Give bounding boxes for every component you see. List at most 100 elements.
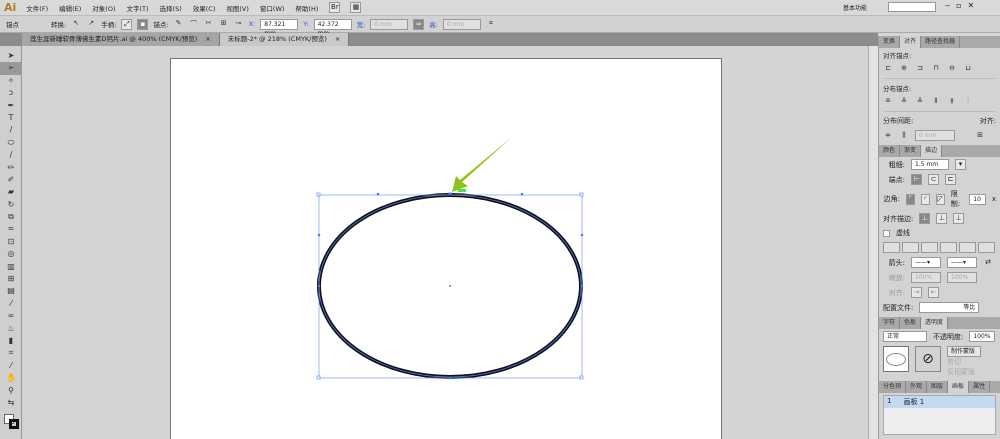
align-anchor-icon[interactable]: ⊸ xyxy=(234,19,244,29)
pencil-tool-icon[interactable]: ✏ xyxy=(0,162,22,174)
align-bottom-icon[interactable]: ⊔ xyxy=(963,64,973,74)
align-to-selection-icon[interactable]: ⊞ xyxy=(975,131,985,141)
tab-stroke[interactable]: 描边 xyxy=(921,145,943,157)
column-graph-tool-icon[interactable]: ▮ xyxy=(0,335,22,347)
mesh-tool-icon[interactable]: ⊞ xyxy=(0,273,22,285)
blend-tool-icon[interactable]: ∞ xyxy=(0,310,22,322)
opacity-field[interactable]: 100% xyxy=(969,331,996,342)
dist-top-icon[interactable]: ≘ xyxy=(883,97,893,107)
dist-h-space-icon[interactable]: ⫼ xyxy=(899,131,909,141)
gap-field[interactable] xyxy=(902,242,919,253)
dash-field[interactable] xyxy=(921,242,938,253)
tab-transform[interactable]: 变换 xyxy=(879,36,901,48)
tab-transparency[interactable]: 透明度 xyxy=(921,317,949,329)
arrow-scale-end[interactable]: 100% xyxy=(947,272,977,283)
align-hcenter-icon[interactable]: ⊕ xyxy=(899,64,909,74)
symbol-sprayer-tool-icon[interactable]: ♨ xyxy=(0,323,22,335)
paintbrush-tool-icon[interactable]: ∕ xyxy=(0,149,22,161)
profile-select[interactable]: 等比 xyxy=(919,302,980,313)
align-top-icon[interactable]: ⊓ xyxy=(931,64,941,74)
weight-dropdown[interactable]: ▾ xyxy=(955,159,966,170)
tab-gradient[interactable]: 渐变 xyxy=(900,145,922,157)
tab-separations[interactable]: 分色预 xyxy=(879,381,907,393)
weight-field[interactable]: 1.5 mm xyxy=(911,159,949,170)
spacing-field[interactable]: 0 mm xyxy=(915,130,955,141)
arrow-align-button[interactable]: ⇥ xyxy=(911,287,922,298)
x-field[interactable]: 87.321 mm xyxy=(260,18,299,37)
type-tool-icon[interactable]: T xyxy=(0,112,22,124)
miter-join-button[interactable]: ⌜ xyxy=(905,193,915,205)
dash-field[interactable] xyxy=(959,242,976,253)
dist-right-icon[interactable]: ⫶ xyxy=(963,97,973,107)
hand-tool-icon[interactable]: ✋ xyxy=(0,372,22,384)
align-stroke-inside-button[interactable]: ⊥ xyxy=(936,213,948,224)
make-mask-button[interactable]: 制作蒙版 xyxy=(947,346,981,357)
selection-tool-icon[interactable]: ➤ xyxy=(0,50,22,62)
tab-attributes[interactable]: 属性 xyxy=(969,381,991,393)
artboard-tool-icon[interactable]: ⌗ xyxy=(0,347,22,359)
eraser-tool-icon[interactable]: ▰ xyxy=(0,186,22,198)
menu-window[interactable]: 窗口(W) xyxy=(260,3,285,13)
align-left-icon[interactable]: ⊏ xyxy=(883,64,893,74)
no-mask-icon[interactable]: ⊘ xyxy=(915,346,941,372)
swap-arrows-icon[interactable]: ⇄ xyxy=(983,258,993,268)
round-cap-button[interactable]: ⊂ xyxy=(928,174,939,185)
align-vcenter-icon[interactable]: ⊖ xyxy=(947,64,957,74)
square-cap-button[interactable]: ⊏ xyxy=(945,174,956,185)
show-handles-button[interactable]: ⤢ xyxy=(121,18,133,30)
blob-brush-tool-icon[interactable]: ✐ xyxy=(0,174,22,186)
gap-field[interactable] xyxy=(978,242,995,253)
search-input[interactable] xyxy=(888,2,936,12)
line-tool-icon[interactable]: / xyxy=(0,124,22,136)
remove-anchor-icon[interactable]: ✎ xyxy=(174,19,184,29)
tab-artboards[interactable]: 画板 xyxy=(948,381,970,393)
dist-v-space-icon[interactable]: ≑ xyxy=(883,131,893,141)
tab-color[interactable]: 颜色 xyxy=(879,145,901,157)
align-stroke-center-button[interactable]: ⊥ xyxy=(919,213,931,224)
workspace-switcher[interactable]: 基本功能 xyxy=(843,3,867,12)
zoom-tool-icon[interactable]: ⚲ xyxy=(0,385,22,397)
tab-swatches[interactable]: 色板 xyxy=(900,317,922,329)
arrange-documents-icon[interactable]: ▦ xyxy=(350,2,362,13)
dist-left-icon[interactable]: ⫴ xyxy=(931,97,941,107)
eyedropper-tool-icon[interactable]: ⁄ xyxy=(0,298,22,310)
invert-mask-checkbox[interactable]: 反相蒙版 xyxy=(947,367,981,377)
butt-cap-button[interactable]: ⊢ xyxy=(911,174,922,185)
dash-field[interactable] xyxy=(883,242,900,253)
bridge-icon[interactable]: Br xyxy=(329,2,341,13)
vertical-scrollbar[interactable] xyxy=(868,46,878,439)
perspective-grid-tool-icon[interactable]: ▥ xyxy=(0,261,22,273)
warp-tool-icon[interactable]: ≈ xyxy=(0,223,22,235)
convert-corner-icon[interactable]: ↖ xyxy=(71,19,81,29)
tab-character[interactable]: 字符 xyxy=(879,317,901,329)
menu-object[interactable]: 对象(O) xyxy=(92,3,115,13)
canvas-area[interactable] xyxy=(22,46,868,439)
magic-wand-tool-icon[interactable]: ✧ xyxy=(0,75,22,87)
w-field[interactable]: 0 mm xyxy=(370,18,409,30)
pen-tool-icon[interactable]: ✒ xyxy=(0,100,22,112)
list-item[interactable]: 1 画板 1 xyxy=(884,396,995,408)
dist-hcenter-icon[interactable]: ⫵ xyxy=(947,97,957,107)
artwork[interactable] xyxy=(22,46,868,439)
menu-edit[interactable]: 编辑(E) xyxy=(59,3,81,13)
arrow-align-button-2[interactable]: ⇤ xyxy=(928,287,939,298)
gap-field[interactable] xyxy=(940,242,957,253)
menu-type[interactable]: 文字(T) xyxy=(127,3,149,13)
transform-icon[interactable]: ⌗ xyxy=(486,19,496,29)
dashed-checkbox[interactable] xyxy=(883,229,890,237)
isolate-icon[interactable]: ⊞ xyxy=(219,19,229,29)
arrow-scale-start[interactable]: 100% xyxy=(911,272,941,283)
h-field[interactable]: 0 mm xyxy=(442,18,481,30)
free-transform-tool-icon[interactable]: ⊡ xyxy=(0,236,22,248)
close-icon[interactable]: × xyxy=(205,35,210,43)
dist-vcenter-icon[interactable]: ≙ xyxy=(899,97,909,107)
connect-anchor-icon[interactable]: ⌒ xyxy=(189,19,199,29)
hide-handles-button[interactable]: ▪ xyxy=(137,18,149,30)
bevel-join-button[interactable]: ◸ xyxy=(935,193,945,205)
menu-effect[interactable]: 效果(C) xyxy=(193,3,216,13)
dist-bottom-icon[interactable]: ≚ xyxy=(915,97,925,107)
tab-document-2[interactable]: 未标题-2* @ 218% (CMYK/预览) × xyxy=(219,33,350,46)
menu-select[interactable]: 选择(S) xyxy=(160,3,182,13)
start-arrow-select[interactable]: ——▾ xyxy=(911,257,941,268)
direct-selection-tool-icon[interactable]: ➢ xyxy=(0,62,22,75)
